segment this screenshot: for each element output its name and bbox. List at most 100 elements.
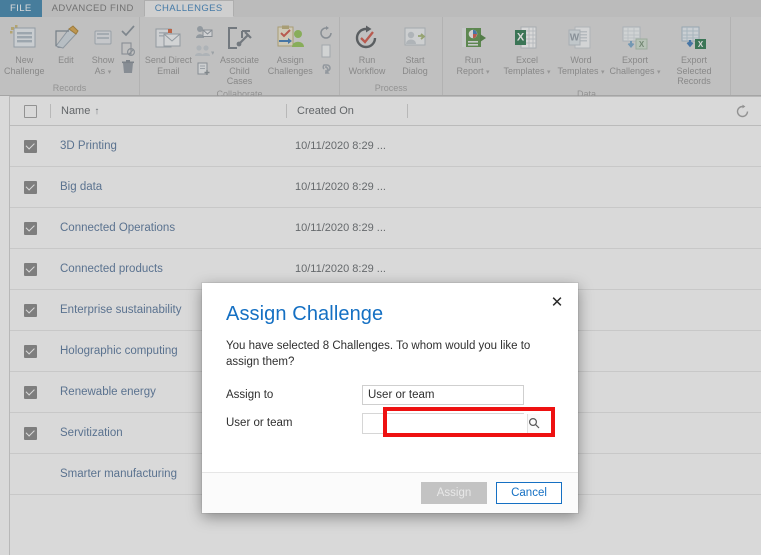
row-name[interactable]: Connected Operations bbox=[50, 222, 285, 234]
svg-text:X: X bbox=[639, 40, 645, 49]
ribbon-group-data: Run Report ▾ X Excel Templates ▾ W Word … bbox=[443, 17, 731, 99]
assign-button[interactable]: Assign bbox=[421, 482, 487, 504]
column-divider bbox=[407, 104, 408, 118]
row-select-cell[interactable] bbox=[10, 426, 50, 440]
ribbon-button-edit-label: Edit bbox=[58, 55, 74, 65]
sort-ascending-icon: ↑ bbox=[94, 105, 100, 117]
row-name[interactable]: Connected products bbox=[50, 263, 285, 275]
user-chip[interactable] bbox=[733, 0, 761, 6]
user-or-team-control[interactable] bbox=[362, 412, 540, 434]
row-checkbox[interactable] bbox=[23, 426, 37, 440]
show-as-icon bbox=[92, 23, 114, 53]
row-select-cell[interactable] bbox=[10, 468, 50, 481]
svg-text:X: X bbox=[698, 40, 704, 49]
ribbon-group-empty bbox=[731, 17, 761, 95]
email-document-icon bbox=[153, 23, 183, 53]
collaborate-mini-commands-2 bbox=[316, 21, 336, 77]
ribbon-button-excel-templates-label: Excel Templates bbox=[503, 55, 545, 76]
person-email-icon[interactable] bbox=[195, 24, 213, 41]
user-or-team-lookup[interactable] bbox=[362, 412, 540, 434]
row-name[interactable]: Big data bbox=[50, 181, 285, 193]
tab-challenges[interactable]: CHALLENGES bbox=[143, 0, 234, 17]
ribbon-button-start-dialog[interactable]: Start Dialog bbox=[391, 21, 439, 76]
ribbon-button-run-workflow[interactable]: Run Workflow bbox=[343, 21, 391, 76]
ribbon-button-word-templates[interactable]: W Word Templates ▾ bbox=[554, 21, 608, 78]
ribbon-button-export-selected-records[interactable]: X Export Selected Records bbox=[662, 21, 726, 87]
row-checkbox[interactable] bbox=[23, 139, 37, 153]
column-header-name[interactable]: Name ↑ bbox=[51, 105, 286, 117]
checkmark-icon[interactable] bbox=[121, 23, 135, 38]
row-select-cell[interactable] bbox=[10, 262, 50, 276]
application-window: FILE ADVANCED FIND CHALLENGES New Challe… bbox=[0, 0, 761, 555]
user-or-team-input[interactable] bbox=[363, 413, 527, 433]
ribbon-button-excel-templates[interactable]: X Excel Templates ▾ bbox=[500, 21, 554, 78]
row-checkbox[interactable] bbox=[23, 262, 37, 276]
row-select-cell[interactable] bbox=[10, 303, 50, 317]
ribbon-tabstrip: FILE ADVANCED FIND CHALLENGES bbox=[0, 0, 761, 18]
ribbon-group-records: New Challenge Edit Show As ▾ Records bbox=[0, 17, 140, 95]
ribbon-button-assign-challenges[interactable]: Assign Challenges bbox=[265, 21, 316, 76]
refresh-icon[interactable] bbox=[733, 102, 751, 120]
row-select-cell[interactable] bbox=[10, 344, 50, 358]
dialog-body: ✕ Assign Challenge You have selected 8 C… bbox=[202, 283, 578, 472]
row-select-cell[interactable] bbox=[10, 180, 50, 194]
select-all-checkbox[interactable] bbox=[23, 104, 37, 118]
row-select-cell[interactable] bbox=[10, 221, 50, 235]
export-selected-icon: X bbox=[679, 23, 709, 53]
close-icon[interactable]: ✕ bbox=[548, 293, 566, 311]
ribbon-button-run-report-label: Run Report bbox=[456, 55, 484, 76]
row-checkbox[interactable] bbox=[23, 385, 37, 399]
column-header-created-on[interactable]: Created On bbox=[287, 105, 407, 117]
share-refresh-icon[interactable] bbox=[318, 24, 334, 41]
ribbon-group-collaborate: Send Direct Email ▾ Associate Child Case… bbox=[140, 17, 340, 99]
cancel-button[interactable]: Cancel bbox=[496, 482, 562, 504]
ribbon-button-edit[interactable]: Edit bbox=[46, 21, 87, 66]
row-select-cell[interactable] bbox=[10, 139, 50, 153]
table-row[interactable]: 3D Printing 10/11/2020 8:29 ... bbox=[10, 126, 761, 167]
trash-icon[interactable] bbox=[121, 59, 135, 74]
tab-advanced-find[interactable]: ADVANCED FIND bbox=[41, 0, 144, 17]
table-row[interactable]: Connected Operations 10/11/2020 8:29 ... bbox=[10, 208, 761, 249]
row-checkbox[interactable] bbox=[23, 180, 37, 194]
dialog-footer: Assign Cancel bbox=[202, 472, 578, 513]
records-small-commands bbox=[120, 21, 136, 74]
row-created-on: 10/11/2020 8:29 ... bbox=[295, 222, 386, 234]
assign-challenge-dialog: ✕ Assign Challenge You have selected 8 C… bbox=[202, 283, 578, 513]
row-checkbox[interactable] bbox=[23, 221, 37, 235]
link-icon[interactable] bbox=[317, 60, 335, 77]
row-checkbox[interactable] bbox=[23, 344, 37, 358]
search-icon[interactable] bbox=[527, 413, 540, 433]
field-row-user-or-team: User or team bbox=[226, 407, 555, 437]
people-icon[interactable]: ▾ bbox=[194, 42, 214, 59]
chevron-down-icon: ▾ bbox=[486, 68, 490, 76]
ribbon-button-export-challenges[interactable]: X Export Challenges ▾ bbox=[608, 21, 662, 78]
row-name[interactable]: 3D Printing bbox=[50, 140, 285, 152]
ribbon-group-process: Run Workflow Start Dialog Process bbox=[340, 17, 443, 95]
assign-to-control[interactable] bbox=[362, 385, 524, 405]
row-checkbox[interactable] bbox=[23, 303, 37, 317]
select-all-cell[interactable] bbox=[10, 104, 50, 118]
ribbon-button-run-workflow-label: Run Workflow bbox=[348, 55, 386, 76]
ribbon-button-new-challenge[interactable]: New Challenge bbox=[3, 21, 46, 76]
ribbon-button-send-direct-email-label: Send Direct Email bbox=[144, 55, 192, 76]
queue-icon[interactable] bbox=[196, 60, 212, 77]
page-icon[interactable] bbox=[319, 42, 333, 59]
tab-file[interactable]: FILE bbox=[0, 0, 42, 17]
row-created-on: 10/11/2020 8:29 ... bbox=[295, 140, 386, 152]
document-block-icon[interactable] bbox=[121, 41, 135, 56]
field-row-assign-to: Assign to bbox=[226, 384, 554, 406]
table-row[interactable]: Big data 10/11/2020 8:29 ... bbox=[10, 167, 761, 208]
ribbon-button-associate-child-cases[interactable]: Associate Child Cases bbox=[214, 21, 265, 87]
row-select-cell[interactable] bbox=[10, 385, 50, 399]
chevron-down-icon: ▾ bbox=[657, 68, 661, 76]
chevron-down-icon: ▾ bbox=[601, 68, 605, 76]
excel-icon: X bbox=[513, 23, 541, 53]
assign-to-input[interactable] bbox=[362, 385, 524, 405]
bracket-wrench-icon bbox=[225, 23, 255, 53]
tab-file-label: FILE bbox=[10, 3, 32, 14]
svg-text:W: W bbox=[570, 33, 580, 44]
ribbon-button-show-as[interactable]: Show As ▾ bbox=[86, 21, 119, 78]
ribbon-button-run-report[interactable]: Run Report ▾ bbox=[446, 21, 500, 78]
run-workflow-icon bbox=[353, 23, 381, 53]
ribbon-button-send-direct-email[interactable]: Send Direct Email bbox=[143, 21, 194, 76]
